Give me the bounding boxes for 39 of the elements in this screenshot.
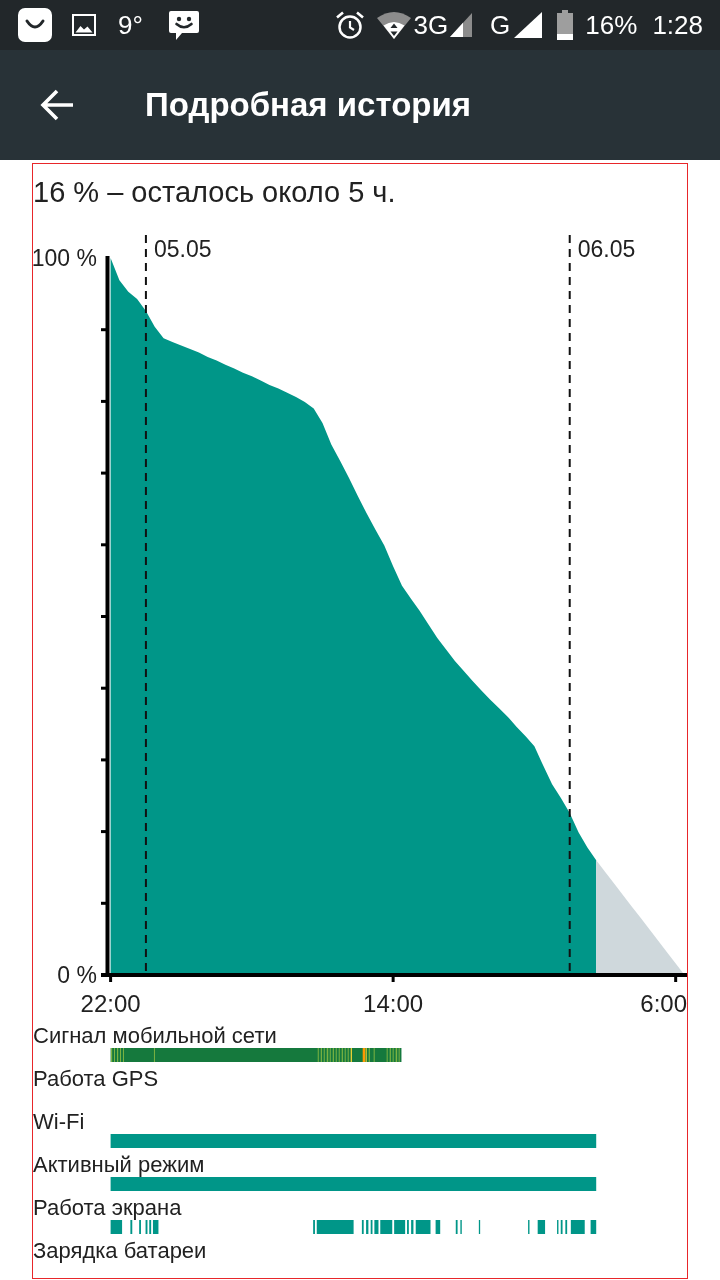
screen-on-segment [455,1220,458,1234]
screen-on-segment [590,1220,597,1234]
timeline-label: Работа экрана [33,1196,182,1220]
screen-on-segment [570,1220,585,1234]
network-type-text: 3G [413,10,449,40]
temperature-text: 9° [118,10,143,40]
timeline-label: Работа GPS [33,1067,159,1091]
screen-on-segment [361,1220,364,1234]
battery-percent-text: 16% [585,10,638,40]
x-axis-label: 22:00 [80,990,141,1017]
signal-icon [514,12,543,38]
alarm-clock-icon [335,10,366,40]
signal-icon [450,13,473,37]
screen-on-segment [565,1220,568,1234]
screen-title: Подробная история [145,85,472,125]
clock-time: 1:28 [652,10,703,40]
image-icon [72,14,96,36]
smile-app-icon [18,8,52,42]
y-axis-label: 0 % [57,962,97,989]
date-label: 05.05 [153,236,212,262]
y-axis-label: 100 % [33,245,97,272]
timeline-label: Активный режим [33,1153,205,1177]
back-arrow-icon [40,89,74,121]
screen-on-segment [130,1220,133,1234]
x-axis-label: 6:00 [640,990,687,1017]
timeline-label: Зарядка батареи [33,1239,207,1263]
battery-icon [557,10,574,40]
timeline-label: Сигнал мобильной сети [33,1024,277,1048]
date-label: 06.05 [577,236,636,262]
x-axis-label: 14:00 [363,990,424,1017]
screen-on-segment [478,1220,481,1234]
screen-on-segment [435,1220,441,1234]
message-icon [167,9,200,41]
wifi-icon [377,11,412,39]
screen-on-segment [110,1220,123,1234]
network-type-text: G [490,10,511,40]
timeline-label: Wi-Fi [33,1110,85,1134]
battery-summary-text: 16 % – осталось около 5 ч. [33,175,396,209]
screen-on-segment [537,1220,546,1234]
